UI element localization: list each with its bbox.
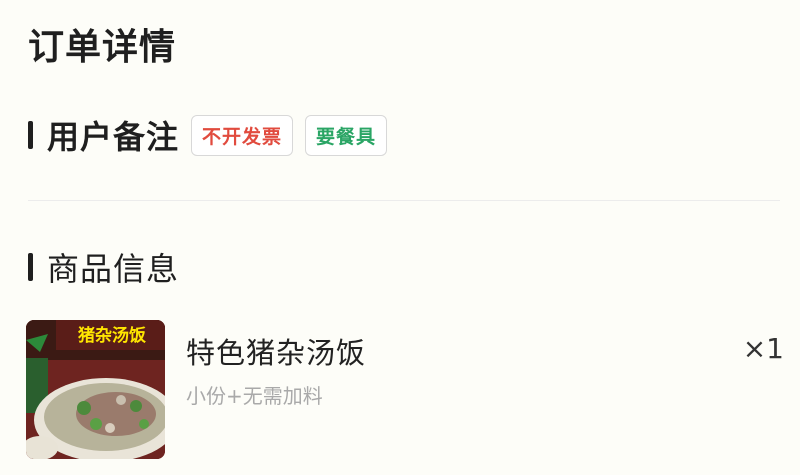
- goods-section-header: 商品信息: [28, 244, 179, 290]
- order-detail-page: 订单详情 用户备注 不开发票 要餐具 商品信息 猪杂汤饭 特色猪杂汤饭 小份+无…: [0, 0, 800, 475]
- section-marker: [28, 253, 33, 281]
- product-image[interactable]: 猪杂汤饭: [26, 320, 165, 459]
- product-spec: 小份+无需加料: [186, 384, 323, 408]
- divider: [28, 200, 780, 201]
- product-item[interactable]: 猪杂汤饭 特色猪杂汤饭 小份+无需加料 ×1: [26, 320, 786, 460]
- remark-section-header: 用户备注 不开发票 要餐具: [28, 112, 388, 158]
- no-invoice-tag: 不开发票: [191, 114, 294, 156]
- product-quantity: ×1: [742, 332, 784, 365]
- need-utensils-tag: 要餐具: [305, 114, 388, 156]
- product-name: 特色猪杂汤饭: [186, 336, 367, 370]
- goods-section-title: 商品信息: [47, 250, 180, 288]
- soup-dish-illustration: 猪杂汤饭: [26, 320, 165, 459]
- image-caption: 猪杂汤饭: [78, 325, 146, 346]
- section-marker: [28, 121, 33, 149]
- page-title: 订单详情: [28, 27, 177, 68]
- remark-section-title: 用户备注: [47, 118, 180, 156]
